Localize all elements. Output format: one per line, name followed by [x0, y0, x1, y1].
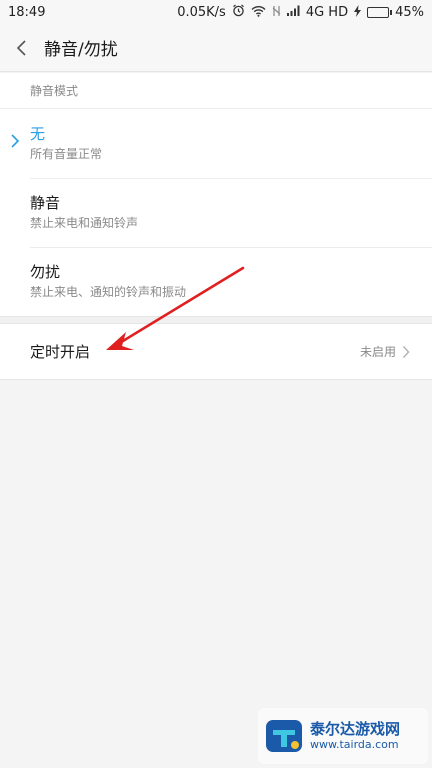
mode-option-none[interactable]: 无 所有音量正常 [0, 109, 432, 178]
no-signal-icon [272, 5, 281, 20]
mode-option-title: 静音 [30, 194, 61, 212]
status-bar: 18:49 0.05K/s 4G HD 45% [0, 0, 432, 24]
mode-option-silent[interactable]: 静音 禁止来电和通知铃声 [0, 178, 432, 247]
network-speed: 0.05K/s [177, 4, 226, 20]
chevron-left-icon [16, 39, 26, 56]
battery-tip [390, 9, 393, 15]
battery-indicator: 45% [367, 5, 424, 20]
mode-option-title: 无 [30, 125, 46, 143]
watermark-logo-icon [266, 720, 302, 752]
page-title: 静音/勿扰 [44, 40, 118, 60]
battery-percent: 45% [395, 4, 424, 20]
mode-option-subtitle: 所有音量正常 [30, 147, 103, 161]
section-label-silent-mode: 静音模式 [0, 73, 432, 109]
alarm-icon [232, 4, 245, 20]
status-indicators: 0.05K/s 4G HD 45% [177, 4, 424, 20]
signal-icon [286, 5, 300, 19]
selected-chevron-icon [11, 134, 20, 148]
app-header: 静音/勿扰 [0, 24, 432, 72]
site-watermark: 泰尔达游戏网 www.tairda.com [258, 708, 428, 764]
wifi-icon [251, 5, 266, 20]
watermark-site-name: 泰尔达游戏网 [310, 720, 401, 738]
chevron-right-icon [402, 345, 410, 359]
scheduled-enable-status: 未启用 [360, 343, 410, 360]
mode-option-subtitle: 禁止来电、通知的铃声和振动 [30, 285, 187, 299]
status-time: 18:49 [8, 4, 46, 20]
charging-icon [354, 4, 362, 20]
section-divider [0, 316, 432, 324]
watermark-text: 泰尔达游戏网 www.tairda.com [310, 720, 400, 752]
mode-option-title: 勿扰 [30, 263, 61, 281]
network-type: 4G HD [305, 4, 349, 20]
watermark-site-url: www.tairda.com [310, 738, 399, 751]
back-button[interactable] [0, 24, 44, 72]
scheduled-enable-value: 未启用 [359, 345, 396, 359]
scheduled-enable-title: 定时开启 [30, 343, 91, 361]
battery-icon [367, 6, 390, 18]
mode-option-subtitle: 禁止来电和通知铃声 [30, 216, 139, 230]
silent-mode-list: 无 所有音量正常 静音 禁止来电和通知铃声 勿扰 禁止来电、通知的铃声和振动 [0, 109, 432, 316]
scheduled-enable-row[interactable]: 定时开启 未启用 [0, 324, 432, 380]
mode-option-do-not-disturb[interactable]: 勿扰 禁止来电、通知的铃声和振动 [0, 247, 432, 316]
